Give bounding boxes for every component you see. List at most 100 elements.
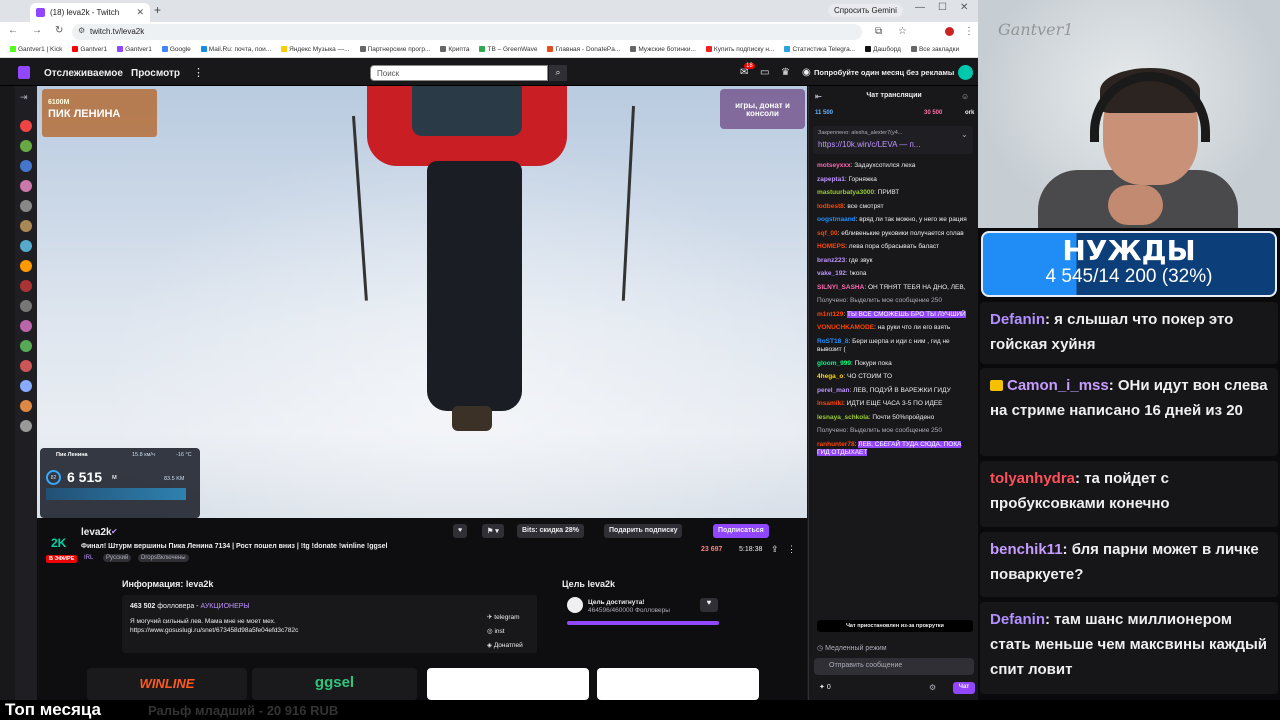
chat-username[interactable]: RoST18_8 bbox=[817, 338, 848, 345]
panel-image[interactable] bbox=[597, 668, 759, 700]
chat-username[interactable]: lesnaya_schkola bbox=[817, 414, 869, 421]
nav-following[interactable]: Отслеживаемое bbox=[44, 68, 123, 79]
whispers-icon[interactable]: ▭ bbox=[760, 67, 769, 78]
collapse-chat-icon[interactable]: ⇤ bbox=[815, 92, 822, 101]
chat-username[interactable]: SILNYI_SASHA bbox=[817, 284, 864, 291]
sponsor-overlay[interactable]: игры, донат и консоли bbox=[720, 89, 805, 129]
chevron-down-icon[interactable]: ⌄ bbox=[961, 130, 968, 139]
chat-username[interactable]: 4hega_o bbox=[817, 373, 843, 380]
prediction-bar[interactable]: 11 500 30 500 ork bbox=[809, 107, 978, 120]
channel-avatar[interactable] bbox=[20, 300, 32, 312]
channel-avatar[interactable] bbox=[20, 160, 32, 172]
ask-gemini-button[interactable]: Спросить Gemini bbox=[828, 4, 903, 17]
panel-image[interactable] bbox=[427, 668, 589, 700]
bookmark-item[interactable]: Google bbox=[161, 46, 191, 53]
tag-language[interactable]: Русский bbox=[103, 554, 132, 562]
close-tab-icon[interactable]: ✕ bbox=[136, 7, 144, 18]
channel-points[interactable]: ✦ 0 bbox=[819, 683, 831, 691]
sponsor-winline-banner[interactable]: WINLINE bbox=[87, 668, 247, 700]
reload-icon[interactable]: ↻ bbox=[55, 25, 63, 36]
url-field[interactable]: ⚙ twitch.tv/leva2k bbox=[72, 24, 862, 40]
share-icon[interactable]: ⇪ bbox=[771, 544, 779, 555]
channel-avatar[interactable] bbox=[20, 400, 32, 412]
sponsor-ggsel-banner[interactable]: ggsel bbox=[252, 668, 417, 700]
chat-username[interactable]: oogstmaand bbox=[817, 216, 856, 223]
collapse-sidebar-icon[interactable]: ⇥ bbox=[20, 92, 28, 103]
bookmark-item[interactable]: Яндекс Музыка —... bbox=[281, 46, 350, 53]
channel-avatar[interactable] bbox=[20, 200, 32, 212]
extensions-icon[interactable]: ⧉ bbox=[875, 26, 882, 37]
channel-avatar[interactable] bbox=[20, 380, 32, 392]
bookmark-item[interactable]: Gantver1 bbox=[72, 46, 107, 53]
chat-users-icon[interactable]: ☺ bbox=[961, 92, 969, 101]
chat-username[interactable]: gloom_999 bbox=[817, 360, 851, 367]
maximize-icon[interactable]: ☐ bbox=[938, 2, 947, 13]
channel-avatar[interactable] bbox=[20, 340, 32, 352]
video-player[interactable]: 6100М ПИК ЛЕНИНА игры, донат и консоли П… bbox=[37, 86, 807, 518]
team-link[interactable]: АУКЦИОНЕРЫ bbox=[200, 603, 249, 610]
channel-avatar[interactable] bbox=[20, 280, 32, 292]
bookmark-item[interactable]: Партнерские прогр... bbox=[359, 46, 430, 53]
more-options-icon[interactable]: ⋮ bbox=[787, 544, 796, 555]
prime-icon[interactable]: ◉ bbox=[802, 67, 811, 78]
pinned-message[interactable]: Закреплено: alesha_alexter7(у4... https:… bbox=[813, 126, 973, 154]
channel-avatar[interactable] bbox=[20, 420, 32, 432]
chat-username[interactable]: lodbest8 bbox=[817, 203, 844, 210]
user-avatar[interactable] bbox=[958, 65, 973, 80]
chat-username[interactable]: HOMEPS bbox=[817, 243, 845, 250]
bookmark-item[interactable]: Дашборд bbox=[865, 46, 901, 53]
bookmark-item[interactable]: TB – GreenWave bbox=[479, 46, 537, 53]
chat-username[interactable]: vake_192 bbox=[817, 270, 846, 277]
goal-follow-heart-icon[interactable]: ♥ bbox=[700, 598, 718, 612]
social-link-donate[interactable]: ◈ Донатпей bbox=[487, 639, 523, 653]
twitch-logo-icon[interactable] bbox=[18, 66, 30, 79]
social-link-telegram[interactable]: ✈ telegram bbox=[487, 611, 523, 625]
menu-icon[interactable]: ⋮ bbox=[964, 26, 974, 37]
channel-avatar[interactable] bbox=[20, 320, 32, 332]
subscribe-button[interactable]: Подписаться bbox=[713, 524, 769, 538]
channel-avatar[interactable] bbox=[20, 140, 32, 152]
gift-sub-button[interactable]: Подарить подписку bbox=[604, 524, 683, 538]
close-window-icon[interactable]: ✕ bbox=[960, 2, 968, 13]
chat-input[interactable]: Отправить сообщение bbox=[814, 658, 974, 675]
chat-username[interactable]: lnsamiki bbox=[817, 400, 843, 407]
channel-avatar[interactable] bbox=[20, 220, 32, 232]
chat-send-button[interactable]: Чат bbox=[953, 682, 975, 694]
site-info-icon[interactable]: ⚙ bbox=[78, 26, 85, 35]
chat-paused-banner[interactable]: Чат приостановлен из-за прокрутки bbox=[817, 620, 973, 632]
bookmark-item[interactable]: Gantver1 | Kick bbox=[10, 46, 62, 53]
new-tab-button[interactable]: + bbox=[154, 3, 161, 17]
search-input[interactable]: Поиск bbox=[370, 65, 548, 81]
chat-username[interactable]: branz223 bbox=[817, 257, 845, 264]
channel-avatar-logo[interactable]: 2K bbox=[51, 536, 73, 550]
channel-avatar[interactable] bbox=[20, 180, 32, 192]
ad-free-promo[interactable]: Попробуйте один месяц без рекламы bbox=[814, 68, 954, 77]
profile-avatar[interactable] bbox=[945, 27, 954, 36]
back-icon[interactable]: ← bbox=[8, 25, 18, 36]
chat-username[interactable]: perel_man bbox=[817, 387, 850, 394]
chat-username[interactable]: VONUCHKAMODE bbox=[817, 324, 874, 331]
chat-username[interactable]: ranhunter78 bbox=[817, 441, 855, 448]
pinned-link[interactable]: https://10k.win/c/LEVA — п... bbox=[818, 140, 920, 149]
channel-avatar[interactable] bbox=[20, 240, 32, 252]
bookmark-item[interactable]: Главная - DonatePa... bbox=[547, 46, 620, 53]
category-link[interactable]: IRL bbox=[81, 554, 96, 562]
notifications-button[interactable]: ⚑ ▾ bbox=[482, 524, 504, 538]
bookmark-item[interactable]: Gantver1 bbox=[117, 46, 152, 53]
bookmark-item[interactable]: Статистика Telegra... bbox=[784, 46, 855, 53]
bits-button[interactable]: Bits: скидка 28% bbox=[517, 524, 584, 538]
channel-avatar[interactable] bbox=[20, 360, 32, 372]
follow-heart-button[interactable]: ♥ bbox=[453, 524, 468, 538]
channel-name[interactable]: leva2k bbox=[81, 527, 112, 538]
channel-avatar[interactable] bbox=[20, 260, 32, 272]
minimize-icon[interactable]: — bbox=[915, 2, 925, 13]
crown-icon[interactable]: ♛ bbox=[781, 67, 790, 78]
nav-browse[interactable]: Просмотр bbox=[131, 68, 180, 79]
browser-tab-active[interactable]: (18) leva2k - Twitch ✕ bbox=[30, 3, 150, 22]
chat-username[interactable]: m1nt129 bbox=[817, 311, 843, 318]
bookmark-item[interactable]: Все закладки bbox=[910, 46, 959, 53]
search-icon[interactable]: ⌕ bbox=[549, 65, 567, 81]
chat-username[interactable]: sqf_00 bbox=[817, 230, 838, 237]
tag-drops[interactable]: DropsВключены bbox=[137, 554, 189, 562]
bookmark-star-icon[interactable]: ☆ bbox=[898, 26, 907, 37]
